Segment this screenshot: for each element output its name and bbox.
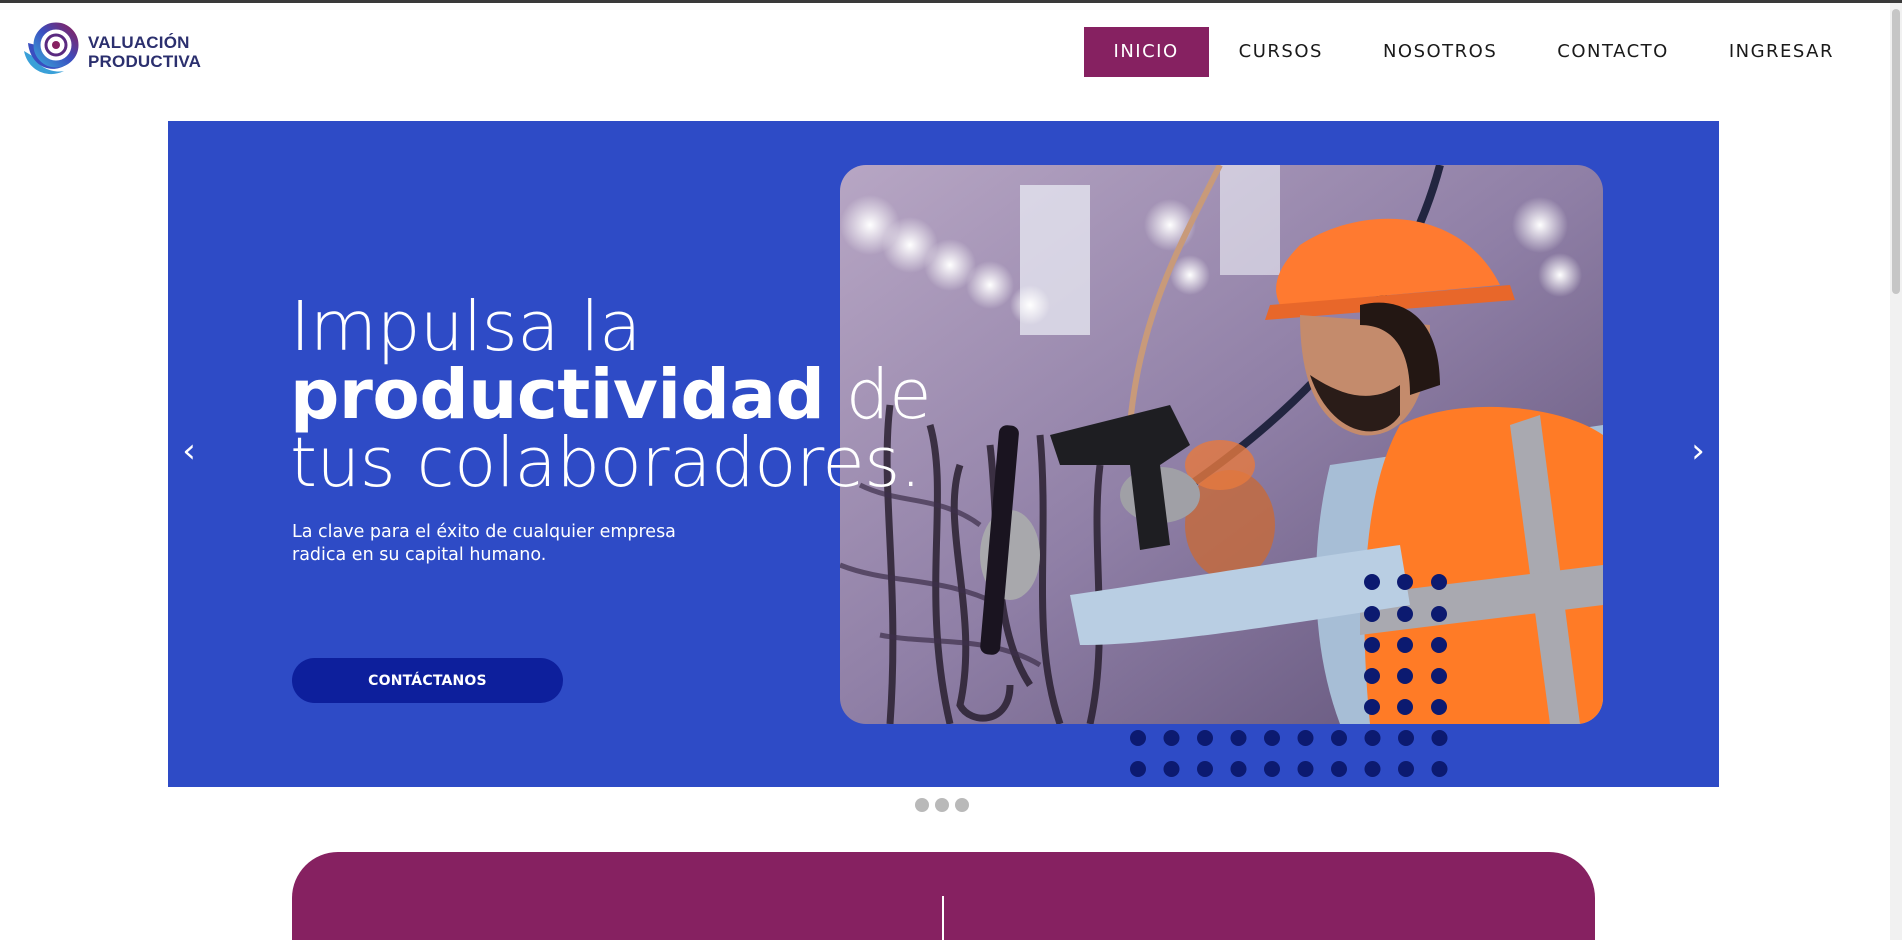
hero-subtitle-line-1: La clave para el éxito de cualquier empr… [292, 522, 676, 542]
decorative-dot [1264, 761, 1280, 777]
decorative-dot [1431, 730, 1448, 746]
decorative-dot [1163, 761, 1180, 777]
carousel-dot-3[interactable] [955, 798, 969, 812]
nav-cursos[interactable]: CURSOS [1209, 27, 1353, 77]
main-nav: INICIO CURSOS NOSOTROS CONTACTO INGRESAR [1083, 27, 1864, 77]
carousel-dot-2[interactable] [935, 798, 949, 812]
hero-slider: ‹ Impulsa la productividad de tus colabo… [168, 121, 1719, 787]
decorative-dot [1364, 730, 1381, 746]
decorative-dot [1297, 730, 1314, 746]
chevron-right-icon[interactable]: › [1683, 431, 1713, 471]
hero-subtitle-line-2: radica en su capital humano. [292, 545, 547, 565]
decorative-dot [1197, 761, 1213, 777]
chevron-left-icon[interactable]: ‹ [174, 431, 204, 471]
decorative-dot [1398, 730, 1414, 746]
contact-cta-button[interactable]: CONTÁCTANOS [292, 658, 563, 703]
purple-info-panel [292, 852, 1595, 940]
carousel-indicators [915, 798, 969, 812]
decorative-dot [1331, 730, 1347, 746]
nav-inicio[interactable]: INICIO [1083, 27, 1209, 77]
page-scrollbar[interactable] [1890, 3, 1902, 940]
hero-worker-photo [840, 165, 1603, 724]
decorative-dot [1398, 761, 1414, 777]
decorative-dot [1230, 761, 1247, 777]
valuacion-productiva-logo-icon [20, 21, 82, 83]
decorative-dot [1130, 730, 1146, 746]
decorative-dot [1197, 730, 1213, 746]
logo-line-2: PRODUCTIVA [88, 52, 202, 71]
hero-title: Impulsa la productividad de tus colabora… [290, 293, 932, 498]
decorative-dot [1431, 761, 1448, 777]
nav-nosotros[interactable]: NOSOTROS [1353, 27, 1527, 77]
site-header: VALUACIÓN PRODUCTIVA INICIO CURSOS NOSOT… [0, 3, 1902, 103]
decorative-dot [1364, 761, 1381, 777]
logo-text: VALUACIÓN PRODUCTIVA [88, 33, 201, 71]
logo-link[interactable]: VALUACIÓN PRODUCTIVA [20, 21, 201, 83]
logo-line-1: VALUACIÓN [88, 33, 190, 52]
decorative-dot [1130, 761, 1146, 777]
panel-divider [942, 896, 944, 940]
nav-ingresar[interactable]: INGRESAR [1699, 27, 1864, 77]
scrollbar-thumb[interactable] [1892, 9, 1900, 294]
decorative-dot [1297, 761, 1314, 777]
hero-title-line-3: tus colaboradores. [290, 423, 922, 503]
decorative-dot [1264, 730, 1280, 746]
decorative-dot [1331, 761, 1347, 777]
carousel-dot-1[interactable] [915, 798, 929, 812]
nav-contacto[interactable]: CONTACTO [1527, 27, 1699, 77]
hero-subtitle: La clave para el éxito de cualquier empr… [292, 521, 712, 567]
decorative-dot [1230, 730, 1247, 746]
decorative-dot [1163, 730, 1180, 746]
